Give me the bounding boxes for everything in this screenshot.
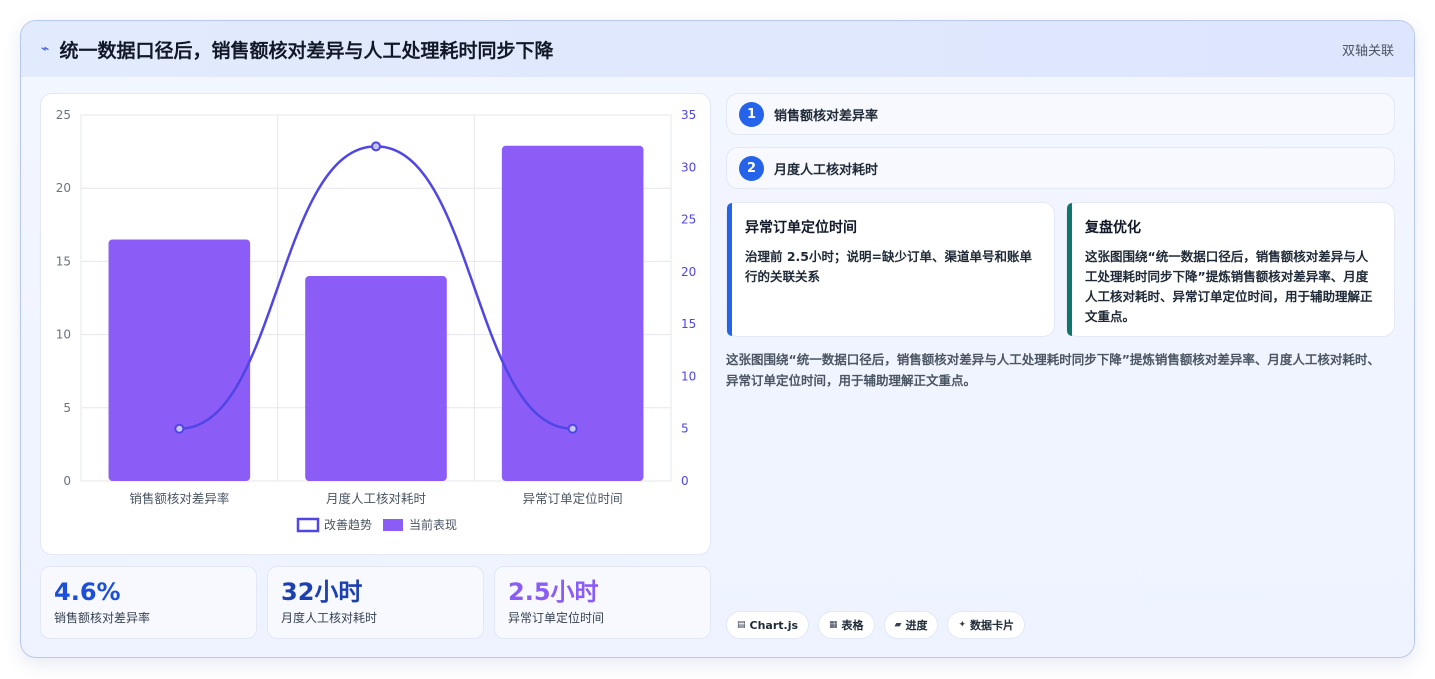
chip-data-card[interactable]: ✦ 数据卡片: [947, 611, 1026, 639]
table-icon: ▦: [829, 620, 838, 630]
stat-label: 月度人工核对耗时: [281, 611, 378, 625]
chart-card: ⌁ 统一数据口径后，销售额核对差异与人工处理耗时同步下降 双轴关联 0 5 10 15…: [20, 20, 1415, 658]
info-card-body: 治理前 2.5小时；说明=缺少订单、渠道单号和账单行的关联关系: [745, 249, 1032, 284]
tech-chips: ▤ Chart.js ▦ 表格 ▰ 进度 ✦ 数据卡片: [726, 611, 1026, 639]
trend-point: [567, 423, 578, 434]
stat-label: 异常订单定位时间: [508, 611, 605, 625]
y-right-tick-label: 25: [681, 213, 696, 227]
chart-description: 这张图围绕“统一数据口径后，销售额核对差异与人工处理耗时同步下降”提炼销售额核对…: [726, 352, 1380, 388]
bar: [108, 239, 251, 481]
chip-progress[interactable]: ▰ 进度: [883, 611, 939, 639]
y-right-tick-label: 20: [681, 265, 696, 279]
info-card-title: 复盘优化: [1085, 220, 1141, 236]
y-right-tick-label: 35: [681, 108, 696, 122]
y-left-tick-label: 25: [56, 108, 71, 122]
legend-label: 改善趋势: [324, 517, 372, 532]
y-left-tick-label: 0: [63, 474, 71, 488]
chart-container: 0 5 10 15 20 25 0 5 10 15 20 25 30 35 销售额核对差异率 月度人工核对耗时…: [40, 93, 711, 555]
trend-point: [174, 423, 185, 434]
info-card-title: 异常订单定位时间: [745, 220, 857, 236]
stat-card-3: 2.5小时 异常订单定位时间: [494, 566, 711, 639]
info-card-body: 这张图围绕“统一数据口径后，销售额核对差异与人工处理耗时同步下降”提炼销售额核对…: [1085, 249, 1373, 324]
chip-label: 表格: [841, 619, 864, 632]
dual-axis-tag: 双轴关联: [1341, 43, 1394, 59]
chip-table[interactable]: ▦ 表格: [818, 611, 875, 639]
list-item-label: 销售额核对差异率: [774, 108, 879, 124]
chip-chartjs[interactable]: ▤ Chart.js: [726, 611, 810, 639]
number-badge: 1: [739, 101, 764, 127]
chart-icon: ▤: [737, 620, 746, 630]
legend-label: 当前表现: [409, 517, 457, 532]
y-left-tick-label: 5: [63, 401, 71, 415]
card-title: 统一数据口径后，销售额核对差异与人工处理耗时同步下降: [59, 39, 554, 62]
y-right-tick-label: 5: [681, 422, 689, 436]
info-card-anomaly: 异常订单定位时间 治理前 2.5小时；说明=缺少订单、渠道单号和账单行的关联关系: [726, 202, 1055, 337]
number-badge: 2: [739, 155, 764, 181]
card-header: ⌁ 统一数据口径后，销售额核对差异与人工处理耗时同步下降 双轴关联: [21, 21, 1414, 77]
accent-bar: [727, 203, 732, 336]
progress-icon: ▰: [894, 620, 902, 630]
x-tick-label: 月度人工核对耗时: [326, 491, 427, 506]
legend-swatch-bar: [383, 519, 403, 531]
chip-label: Chart.js: [749, 618, 799, 632]
x-tick-label: 异常订单定位时间: [523, 491, 623, 506]
info-card-review: 复盘优化 这张图围绕“统一数据口径后，销售额核对差异与人工处理耗时同步下降”提炼…: [1066, 202, 1395, 337]
stat-value: 2.5小时: [508, 578, 599, 606]
list-item-label: 月度人工核对耗时: [774, 162, 879, 178]
y-left-tick-label: 10: [56, 328, 71, 342]
y-right-tick-label: 0: [681, 474, 689, 488]
x-tick-label: 销售额核对差异率: [129, 491, 229, 506]
y-right-tick-label: 15: [681, 317, 696, 331]
y-right-tick-label: 10: [681, 369, 696, 383]
sparkle-icon: ✦: [958, 620, 967, 630]
bar: [305, 276, 447, 481]
stat-value: 4.6%: [54, 578, 121, 606]
combo-chart: 0 5 10 15 20 25 0 5 10 15 20 25 30 35 销售额核对差异率 月度人工核对耗时…: [56, 108, 696, 533]
y-right-tick-label: 30: [681, 160, 696, 174]
list-item-2[interactable]: 2 月度人工核对耗时: [726, 147, 1395, 189]
legend-swatch-line: [296, 517, 320, 533]
chip-label: 数据卡片: [970, 619, 1015, 632]
stat-card-1: 4.6% 销售额核对差异率: [40, 566, 257, 639]
stat-value: 32小时: [281, 578, 363, 606]
list-item-1[interactable]: 1 销售额核对差异率: [726, 93, 1395, 135]
accent-bar: [1067, 203, 1072, 336]
y-left-tick-label: 15: [56, 254, 71, 268]
chip-label: 进度: [905, 619, 928, 632]
trend-point: [371, 141, 381, 152]
y-left-tick-label: 20: [56, 181, 71, 195]
stat-label: 销售额核对差异率: [54, 611, 151, 625]
trend-icon: ⌁: [41, 41, 50, 57]
stat-card-2: 32小时 月度人工核对耗时: [267, 566, 484, 639]
